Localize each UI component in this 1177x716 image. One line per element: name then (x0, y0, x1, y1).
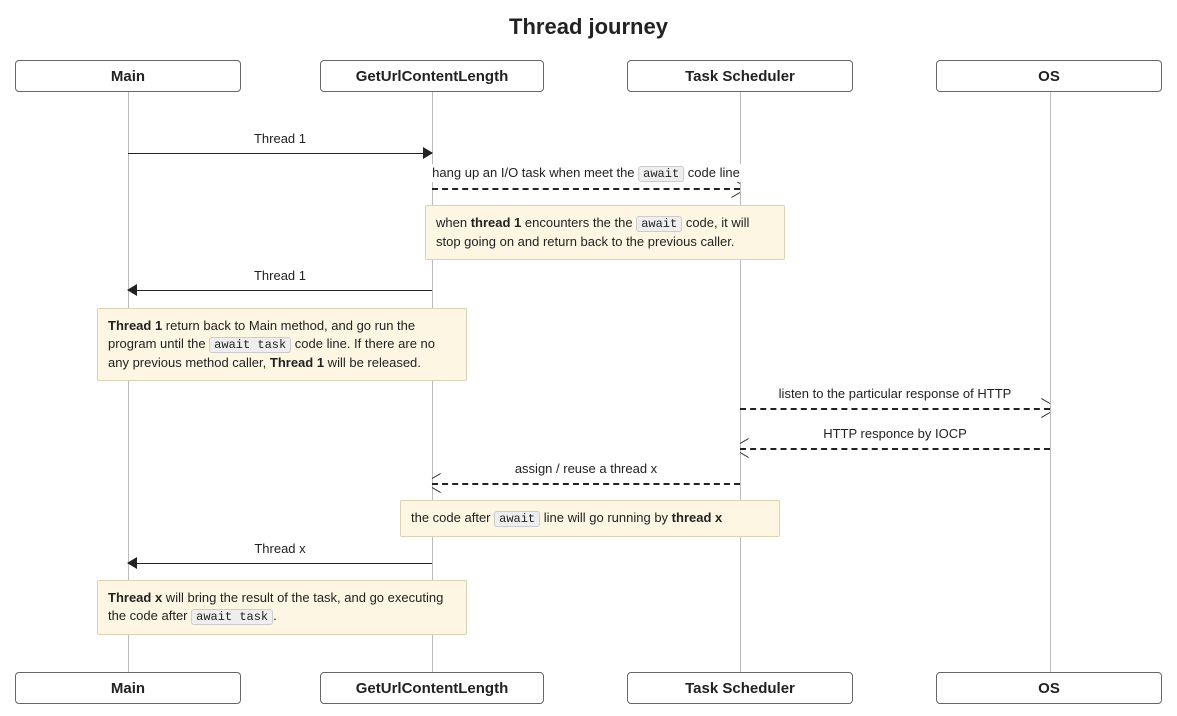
actor-geturl-top: GetUrlContentLength (320, 60, 544, 92)
msg-label: assign / reuse a thread x (511, 460, 661, 477)
msg-label: Thread 1 (250, 130, 310, 147)
msg-http-response: HTTP responce by IOCP (740, 440, 1050, 456)
actor-scheduler-top: Task Scheduler (627, 60, 853, 92)
actor-geturl-bottom: GetUrlContentLength (320, 672, 544, 704)
note-await-stop: when thread 1 encounters the the await c… (425, 205, 785, 260)
msg-thread1-back: Thread 1 (128, 282, 432, 298)
msg-hangup-io: hang up an I/O task when meet the await … (432, 180, 740, 196)
msg-assign-thread: assign / reuse a thread x (432, 475, 740, 491)
note-threadx-run: the code after await line will go runnin… (400, 500, 780, 537)
diagram-title: Thread journey (0, 0, 1177, 50)
msg-label: Thread x (250, 540, 309, 557)
actor-os-bottom: OS (936, 672, 1162, 704)
actor-scheduler-bottom: Task Scheduler (627, 672, 853, 704)
msg-listen-http: listen to the particular response of HTT… (740, 400, 1050, 416)
msg-threadx-back: Thread x (128, 555, 432, 571)
actor-os-top: OS (936, 60, 1162, 92)
actor-main-top: Main (15, 60, 241, 92)
sequence-diagram: Main GetUrlContentLength Task Scheduler … (0, 50, 1177, 710)
actor-main-bottom: Main (15, 672, 241, 704)
msg-label: hang up an I/O task when meet the await … (428, 164, 744, 182)
lifeline-os (1050, 80, 1051, 680)
note-threadx-result: Thread x will bring the result of the ta… (97, 580, 467, 635)
note-return-main: Thread 1 return back to Main method, and… (97, 308, 467, 381)
msg-label: HTTP responce by IOCP (819, 425, 971, 442)
msg-label: listen to the particular response of HTT… (775, 385, 1016, 402)
msg-label: Thread 1 (250, 267, 310, 284)
msg-thread1-out: Thread 1 (128, 145, 432, 161)
